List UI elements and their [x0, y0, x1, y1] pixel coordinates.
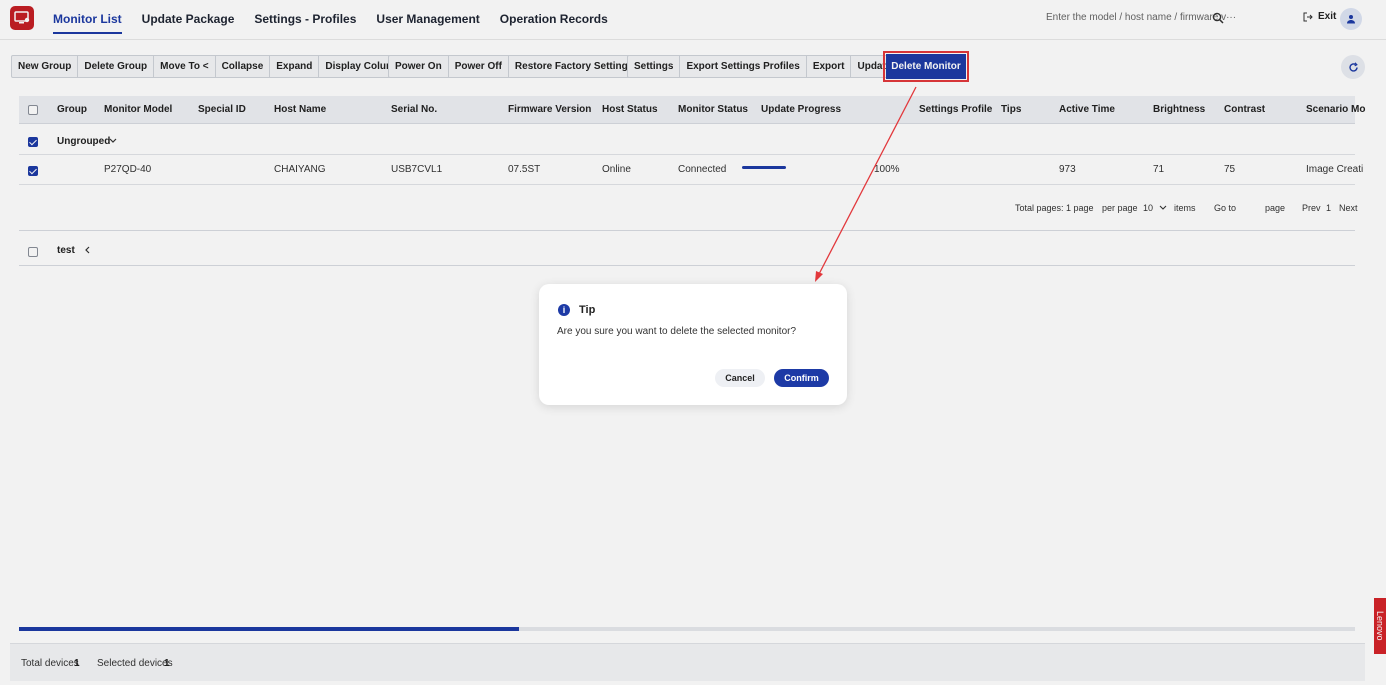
confirm-dialog: i Tip Are you sure you want to delete th… [539, 284, 847, 405]
confirm-button[interactable]: Confirm [774, 369, 829, 387]
dialog-title: Tip [579, 304, 596, 316]
info-icon: i [558, 304, 570, 316]
cancel-button[interactable]: Cancel [715, 369, 765, 387]
dialog-message: Are you sure you want to delete the sele… [557, 326, 797, 337]
